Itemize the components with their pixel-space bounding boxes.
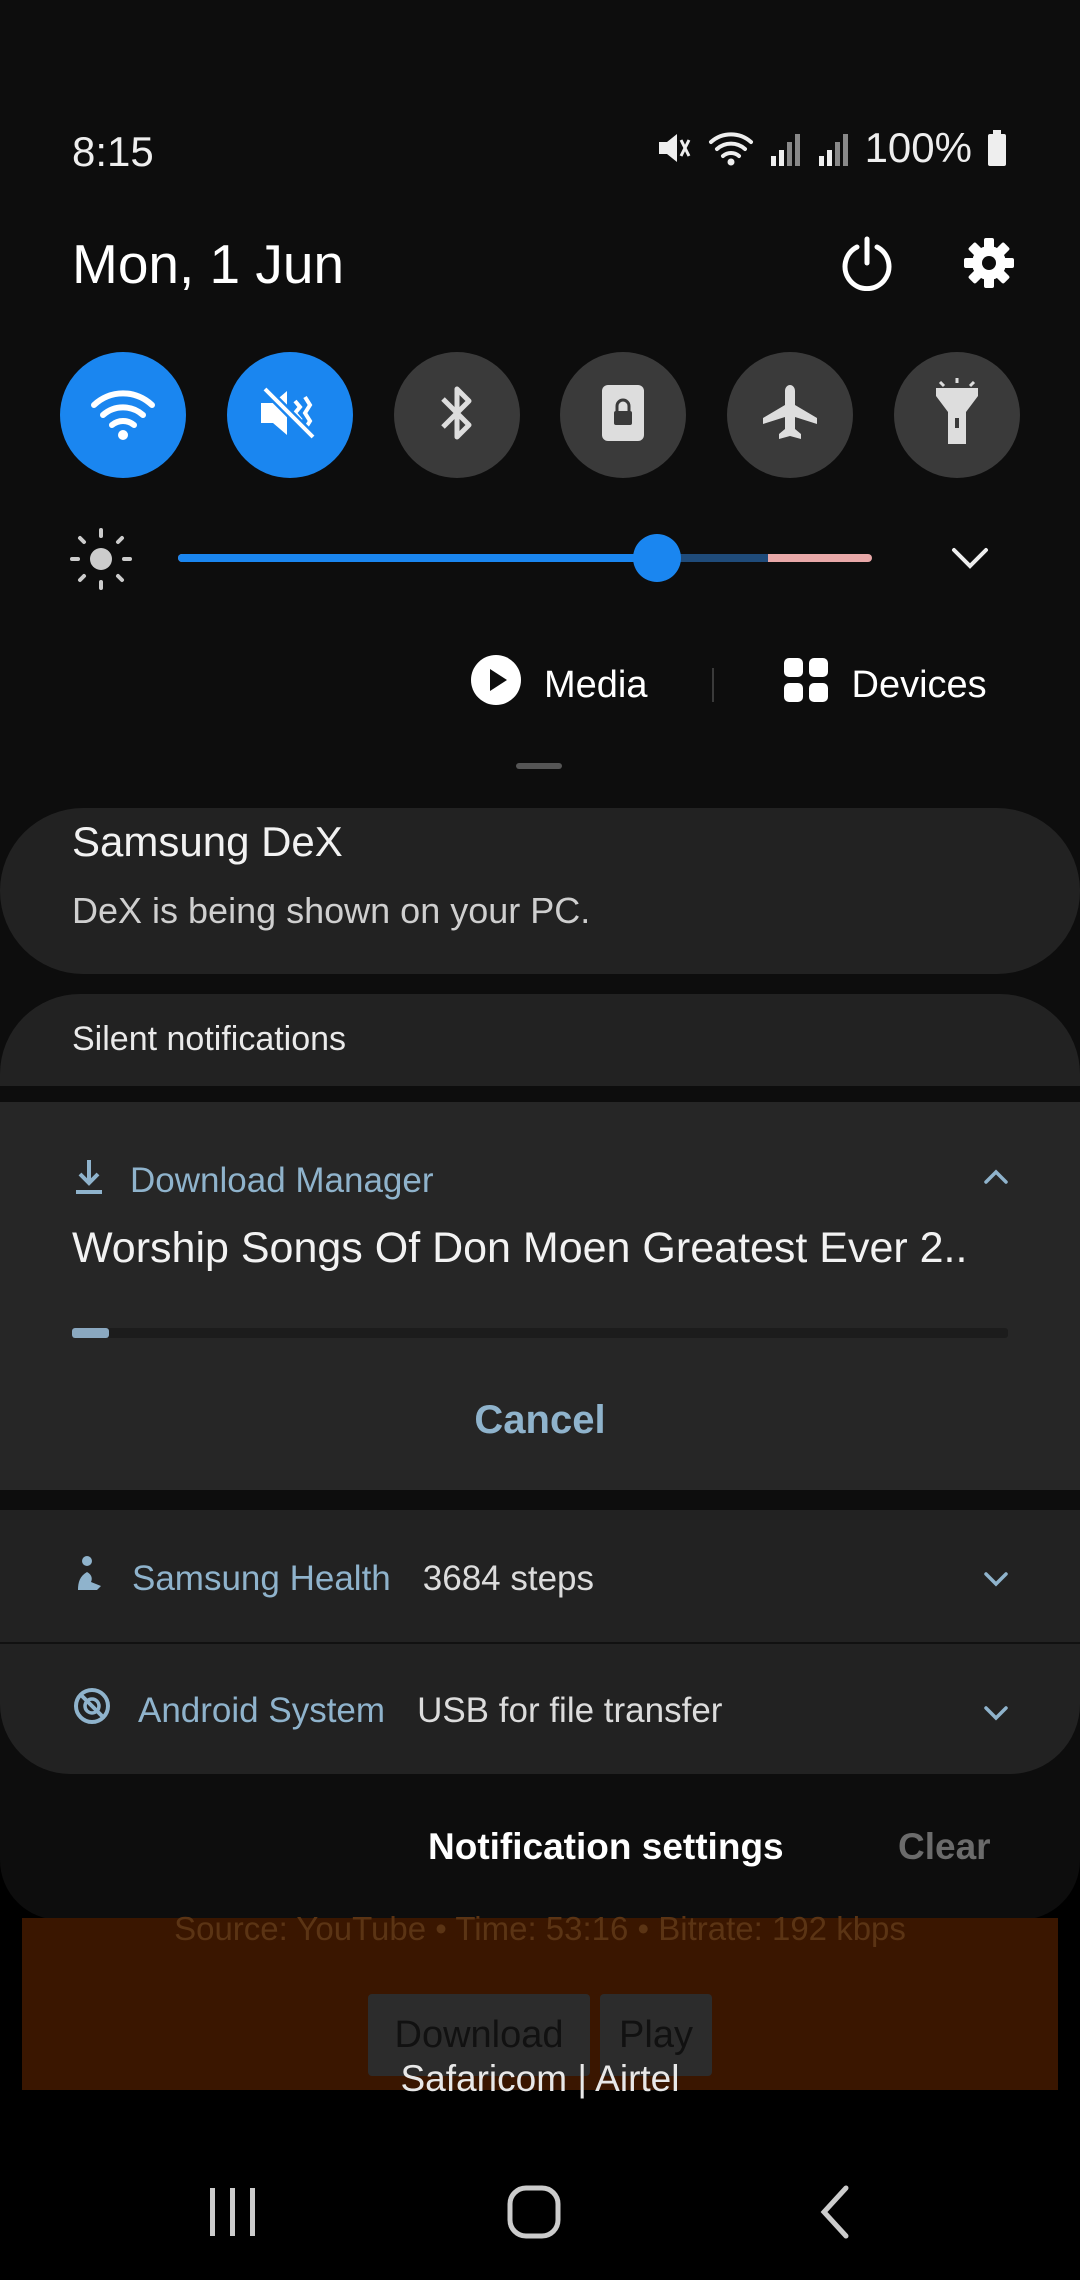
rotation-lock-toggle[interactable] (560, 352, 687, 478)
status-time: 8:15 (72, 128, 154, 175)
app-name: Download Manager (130, 1160, 434, 1200)
mute-icon (653, 128, 693, 168)
power-icon[interactable] (832, 228, 902, 298)
status-icons: 100% (653, 124, 1008, 172)
notification-text: USB for file transfer (417, 1690, 723, 1730)
android-system-icon (72, 1686, 112, 1735)
signal-icon (817, 128, 851, 168)
media-label: Media (544, 663, 648, 706)
notification-title: Samsung DeX (72, 818, 343, 865)
clear-button[interactable]: Clear (898, 1826, 991, 1868)
divider (711, 668, 714, 702)
health-icon (72, 1554, 106, 1603)
devices-button[interactable]: Devices (782, 656, 987, 714)
recent-apps-icon[interactable] (206, 2186, 260, 2243)
media-button[interactable]: Media (470, 654, 648, 716)
flashlight-icon (932, 377, 982, 453)
rotation-lock-icon (598, 381, 648, 450)
brightness-slider-fill (178, 554, 657, 562)
vibrate-mute-icon (255, 383, 325, 448)
download-title: Worship Songs Of Don Moen Greatest Ever … (72, 1224, 968, 1272)
cancel-button[interactable]: Cancel (0, 1398, 1080, 1443)
bluetooth-toggle[interactable] (393, 352, 520, 478)
chevron-down-icon[interactable] (946, 540, 994, 579)
carrier-label: Safaricom | Airtel (400, 2058, 680, 2099)
section-label: Silent notifications (72, 1020, 347, 1058)
battery-percent: 100% (864, 124, 972, 171)
download-progress-fill (72, 1328, 110, 1338)
brightness-slider-thumb[interactable] (632, 534, 681, 582)
notification-app-header: Download Manager (72, 1156, 434, 1205)
signal-icon (769, 128, 803, 168)
quick-settings (60, 352, 1020, 478)
download-progress-bar (72, 1328, 1008, 1338)
app-name: Android System (138, 1690, 386, 1730)
play-icon (470, 654, 522, 716)
bluetooth-icon (437, 381, 477, 450)
app-name: Samsung Health (132, 1558, 391, 1598)
notification-settings-button[interactable]: Notification settings (428, 1826, 784, 1868)
airplane-icon (758, 381, 822, 450)
chevron-down-icon[interactable] (980, 1566, 1012, 1597)
back-icon[interactable] (818, 2184, 854, 2245)
chevron-down-icon[interactable] (980, 1700, 1012, 1731)
wifi-icon (88, 383, 158, 448)
wifi-icon (707, 128, 755, 168)
home-icon[interactable] (506, 2184, 562, 2245)
wifi-toggle[interactable] (60, 352, 186, 478)
battery-icon (986, 128, 1008, 168)
notification-body: DeX is being shown on your PC. (72, 890, 591, 931)
airplane-mode-toggle[interactable] (727, 352, 854, 478)
download-icon (72, 1156, 106, 1205)
health-notification-row: Samsung Health 3684 steps (72, 1554, 594, 1603)
devices-grid-icon (782, 656, 830, 714)
date-label: Mon, 1 Jun (72, 233, 345, 295)
background-app-subtitle: Source: YouTube • Time: 53:16 • Bitrate:… (174, 1910, 906, 1947)
notification-text: 3684 steps (422, 1558, 595, 1598)
flashlight-toggle[interactable] (893, 352, 1020, 478)
sound-mode-toggle[interactable] (226, 352, 353, 478)
brightness-icon (68, 526, 134, 597)
chevron-up-icon[interactable] (980, 1164, 1012, 1195)
devices-label: Devices (851, 663, 987, 706)
drag-handle[interactable] (516, 763, 562, 769)
gear-icon[interactable] (954, 228, 1024, 298)
media-devices-row: Media Devices (470, 650, 1030, 720)
system-notification-row: Android System USB for file transfer (72, 1686, 722, 1735)
